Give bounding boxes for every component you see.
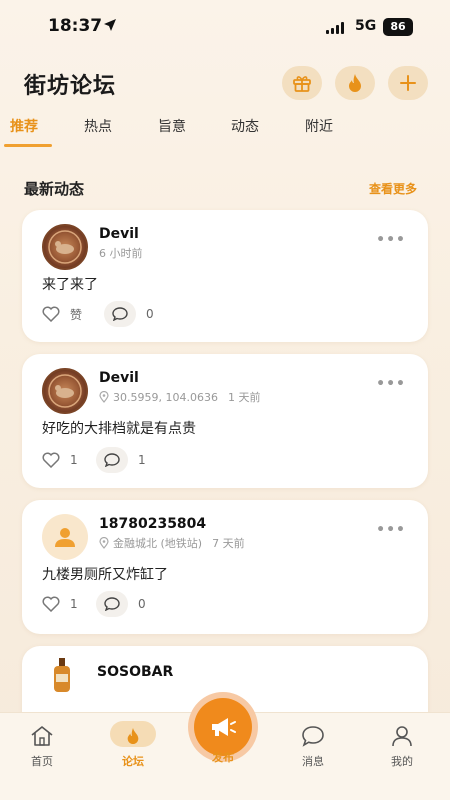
username[interactable]: 18780235804 (99, 516, 206, 532)
comment-count: 0 (138, 597, 146, 611)
like-label: 赞 (70, 307, 83, 322)
post-content: 九楼男厕所又炸缸了 (42, 567, 168, 583)
category-tabs: 推荐 热点 旨意 动态 附近 (0, 116, 450, 150)
heart-icon (42, 452, 60, 468)
gift-icon (293, 76, 311, 92)
post-location: 金融城北 (地铁站) (113, 537, 203, 550)
avatar[interactable] (42, 514, 88, 560)
tab-recommend[interactable]: 推荐 (10, 116, 38, 136)
nav-forum-label: 论坛 (122, 755, 144, 768)
post-meta: 6 小时前 (99, 245, 143, 261)
heart-icon (42, 596, 60, 612)
more-options-button[interactable]: ••• (376, 522, 406, 538)
tab-indicator (4, 144, 52, 147)
bottle-avatar-icon (54, 658, 70, 692)
post-time: 1 天前 (227, 391, 261, 404)
username[interactable]: SOSOBAR (97, 664, 173, 680)
network-type: 5G (355, 18, 377, 34)
nav-publish-label[interactable]: 发布 (200, 749, 246, 765)
location-arrow-icon (104, 19, 116, 31)
chat-icon (302, 726, 324, 747)
status-bar: 18:37 5G 86 (0, 0, 450, 54)
like-button[interactable]: 赞 (42, 300, 82, 328)
comment-button[interactable]: 0 (96, 590, 146, 618)
comment-count: 1 (138, 453, 146, 467)
post-meta: 金融城北 (地铁站) 7 天前 (99, 535, 245, 551)
battery-indicator: 86 (383, 18, 413, 36)
avatar[interactable] (42, 368, 88, 414)
publish-button-core[interactable] (194, 698, 252, 756)
heart-icon (42, 306, 60, 322)
comment-icon-wrap (96, 591, 128, 617)
nav-forum[interactable]: 论坛 (103, 723, 163, 769)
signal-icon (326, 22, 344, 34)
tab-hot[interactable]: 热点 (84, 116, 112, 136)
more-options-button[interactable]: ••• (376, 232, 406, 248)
comment-button[interactable]: 1 (96, 446, 146, 474)
more-options-button[interactable]: ••• (376, 376, 406, 392)
username[interactable]: Devil (99, 370, 139, 386)
comment-button[interactable]: 0 (104, 300, 154, 328)
post-meta: 30.5959, 104.0636 1 天前 (99, 389, 260, 405)
comment-icon-wrap (104, 301, 136, 327)
add-button[interactable] (388, 66, 428, 100)
username[interactable]: Devil (99, 226, 139, 242)
like-count: 1 (70, 453, 78, 467)
page-title: 街坊论坛 (24, 74, 117, 99)
flame-icon (349, 74, 361, 92)
nav-home[interactable]: 首页 (12, 723, 72, 769)
coin-avatar-icon (48, 374, 82, 408)
flame-icon (127, 728, 139, 744)
avatar[interactable] (50, 658, 74, 692)
post-card[interactable]: 18780235804 金融城北 (地铁站) 7 天前 ••• 九楼男厕所又炸缸… (22, 500, 428, 634)
tab-decree[interactable]: 旨意 (158, 116, 186, 136)
comment-icon (112, 307, 128, 321)
user-icon (392, 726, 412, 747)
location-pin-icon (99, 391, 109, 403)
post-content: 来了来了 (42, 277, 98, 293)
plus-icon (400, 75, 416, 91)
nav-messages-label: 消息 (302, 755, 324, 768)
post-time: 7 天前 (212, 537, 245, 550)
nav-profile-label: 我的 (391, 755, 413, 768)
see-more-link[interactable]: 查看更多 (369, 180, 417, 197)
post-time: 6 小时前 (99, 247, 143, 260)
hot-button[interactable] (335, 66, 375, 100)
gift-button[interactable] (282, 66, 322, 100)
comment-icon (104, 453, 120, 467)
post-content: 好吃的大排档就是有点贵 (42, 421, 196, 437)
like-count: 1 (70, 597, 78, 611)
comment-count: 0 (146, 307, 154, 321)
home-icon (31, 726, 53, 746)
tab-activity[interactable]: 动态 (231, 116, 259, 136)
post-location: 30.5959, 104.0636 (113, 390, 218, 404)
nav-profile[interactable]: 我的 (372, 723, 432, 769)
coin-avatar-icon (48, 230, 82, 264)
post-card[interactable]: Devil 6 小时前 ••• 来了来了 赞 0 (22, 210, 428, 342)
section-title: 最新动态 (24, 180, 85, 198)
comment-icon-wrap (96, 447, 128, 473)
megaphone-icon (212, 718, 236, 736)
tab-nearby[interactable]: 附近 (305, 116, 333, 136)
location-pin-icon (99, 537, 109, 549)
status-time: 18:37 (48, 16, 103, 36)
like-button[interactable]: 1 (42, 590, 78, 618)
like-button[interactable]: 1 (42, 446, 78, 474)
nav-messages[interactable]: 消息 (283, 723, 343, 769)
nav-home-label: 首页 (31, 755, 53, 768)
comment-icon (104, 597, 120, 611)
user-avatar-icon (55, 528, 75, 547)
post-card[interactable]: Devil 30.5959, 104.0636 1 天前 ••• 好吃的大排档就… (22, 354, 428, 488)
avatar[interactable] (42, 224, 88, 270)
